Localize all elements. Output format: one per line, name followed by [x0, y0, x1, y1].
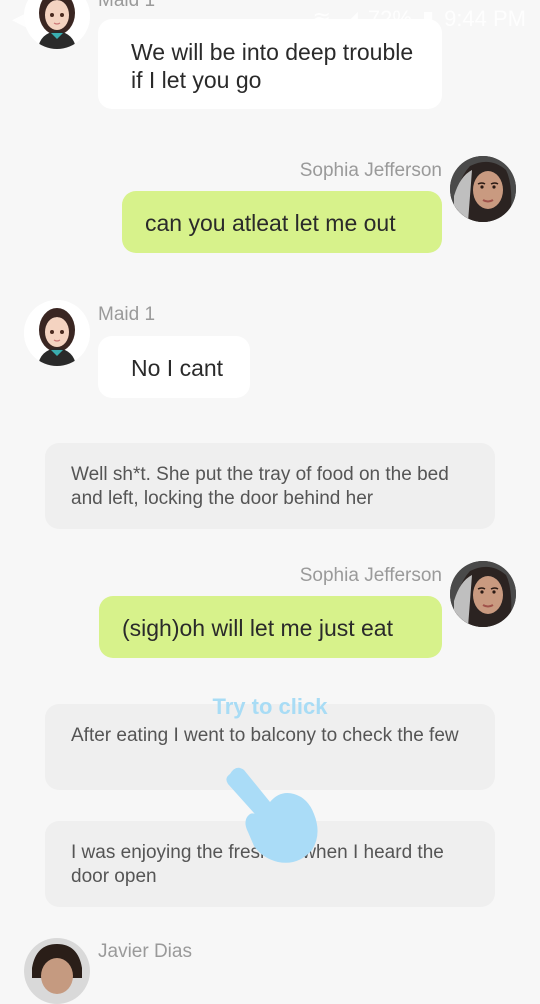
sender-name: Sophia Jefferson	[299, 565, 442, 586]
sender-name: Maid 1	[98, 304, 156, 325]
tap-hint-label: Try to click	[212, 694, 328, 719]
maid-avatar[interactable]	[24, 300, 90, 366]
status-time: 9:44 PM	[444, 6, 526, 31]
narration-bubble[interactable]: Well sh*t. She put the tray of food on t…	[45, 443, 495, 529]
maid-message-bubble[interactable]: No I cant	[98, 336, 250, 398]
javier-avatar[interactable]	[24, 938, 90, 1004]
pointing-hand-icon	[222, 762, 324, 866]
sophia-message-bubble[interactable]: (sigh)oh will let me just eat	[99, 596, 442, 658]
sophia-avatar[interactable]	[450, 156, 516, 222]
sender-name: Sophia Jefferson	[299, 160, 442, 181]
sophia-message-bubble[interactable]: can you atleat let me out	[122, 191, 442, 253]
maid-message-bubble[interactable]: We will be into deep trouble if I let yo…	[98, 19, 442, 109]
sophia-avatar[interactable]	[450, 561, 516, 627]
maid-avatar[interactable]	[24, 0, 90, 49]
sender-name: Maid 1	[98, 0, 156, 11]
